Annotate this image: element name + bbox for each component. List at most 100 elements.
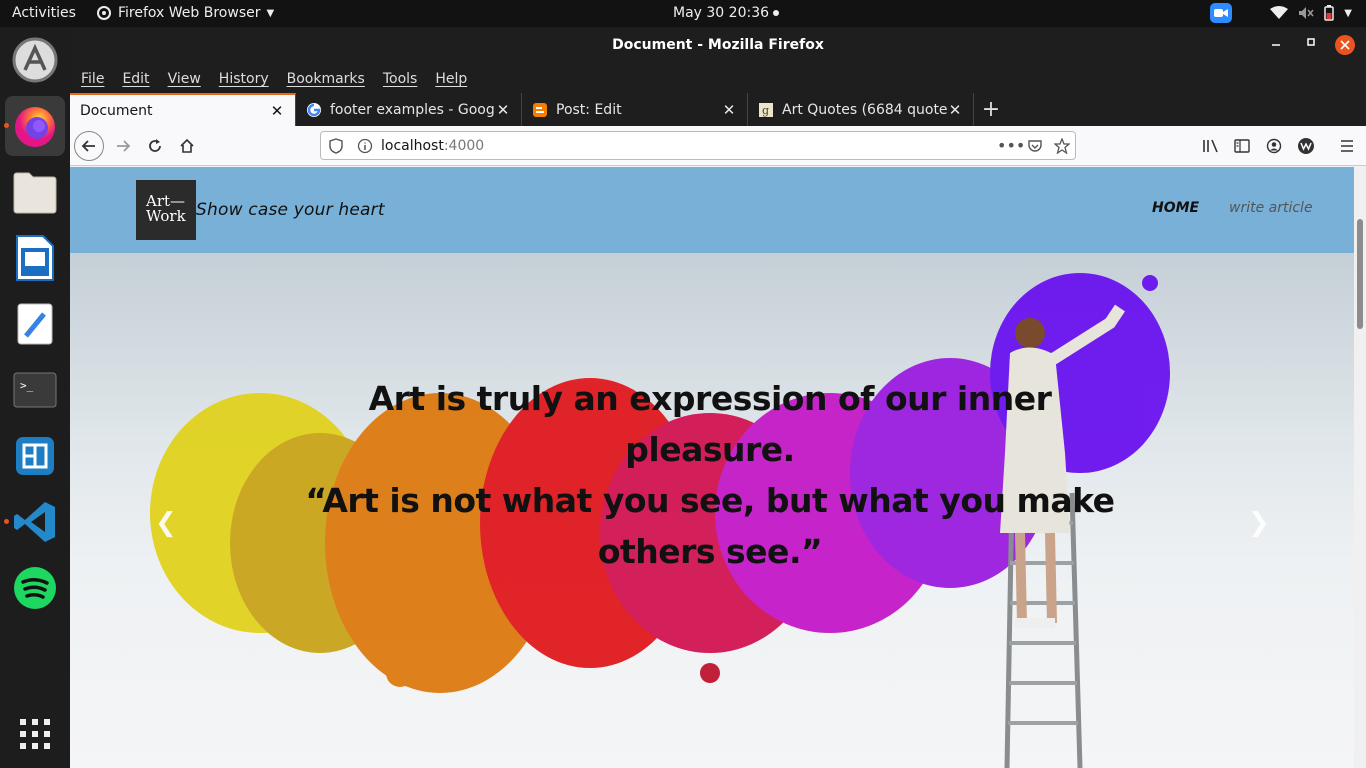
title-bar[interactable]: Document - Mozilla Firefox [70,27,1366,64]
wappalyzer-icon [1298,138,1314,154]
dock-firefox[interactable] [4,96,65,156]
firefox-icon [15,107,55,147]
site-tagline: Show case your heart [196,200,385,220]
url-port: :4000 [443,138,485,154]
back-arrow-icon [81,140,95,152]
plus-icon: + [981,97,1001,122]
maximize-button[interactable] [1306,37,1316,47]
dock-remote-desktop[interactable] [5,426,65,486]
tab-label: Document [80,102,153,119]
menu-edit[interactable]: Edit [122,71,149,87]
dock-terminal[interactable]: >_ [5,360,65,420]
reload-button[interactable] [140,131,170,161]
quote-line: “Art is not what you see, but what you m… [305,481,1115,520]
account-button[interactable] [1259,131,1289,161]
tab-bar: Document ✕ footer examples - Googl ✕ Pos… [70,93,1366,126]
battery-icon [1324,5,1335,21]
menu-bookmarks[interactable]: Bookmarks [287,71,365,87]
extension-button[interactable] [1291,131,1321,161]
menu-view[interactable]: View [168,71,201,87]
dock-text-editor[interactable] [5,294,65,354]
hero-quote: Art is truly an expression of our inner … [280,373,1140,577]
page-actions-icon[interactable]: ••• [997,136,1025,155]
minimize-button[interactable] [1271,37,1281,47]
pocket-icon[interactable] [1027,138,1043,158]
firefox-window: Document - Mozilla Firefox File Edit Vie… [70,27,1366,768]
app-menu[interactable]: Firefox Web Browser ▼ [96,5,274,21]
show-applications-button[interactable] [5,704,65,764]
url-bar[interactable]: localhost:4000 ••• [320,131,1076,160]
hamburger-icon [1341,140,1353,152]
page-scrollbar[interactable] [1354,167,1366,768]
menu-history[interactable]: History [219,71,269,87]
menu-bar: File Edit View History Bookmarks Tools H… [70,64,1366,93]
forward-button[interactable] [108,131,138,161]
bookmark-star-icon[interactable] [1053,137,1071,158]
tab-footer-examples[interactable]: footer examples - Googl ✕ [296,93,522,126]
tab-art-quotes[interactable]: g Art Quotes (6684 quotes ✕ [748,93,974,126]
reload-icon [149,139,161,152]
menu-tools[interactable]: Tools [383,71,418,87]
shield-icon[interactable] [329,138,343,158]
carousel-next-icon[interactable]: ❯ [1248,508,1270,538]
menu-file[interactable]: File [81,71,104,87]
system-menu-chevron-icon: ▼ [1344,7,1352,19]
sidebar-icon [1234,139,1250,153]
tab-post-edit[interactable]: Post: Edit ✕ [522,93,748,126]
carousel-prev-icon[interactable]: ❮ [155,508,177,538]
maximize-icon [1307,38,1315,46]
scrollbar-thumb[interactable] [1357,219,1363,329]
close-window-button[interactable] [1335,35,1355,55]
google-icon [306,102,322,118]
svg-text:g: g [762,104,769,117]
dock: >_ [0,27,70,768]
library-button[interactable] [1196,131,1226,161]
system-tray[interactable]: ▼ [1210,3,1352,23]
dock-writer[interactable] [5,228,65,288]
back-button[interactable] [74,131,104,161]
url-host: localhost [381,138,444,154]
app-menu-button[interactable] [1332,131,1362,161]
goodreads-icon: g [758,102,774,118]
logo-line-2: Work [146,207,186,225]
vscode-icon [14,502,55,542]
nav-write-article-link[interactable]: write article [1229,200,1313,216]
sidebar-button[interactable] [1227,131,1257,161]
clock[interactable]: May 30 20:36 [673,5,780,21]
firefox-small-icon [97,6,111,20]
tab-close-icon[interactable]: ✕ [495,101,511,119]
tab-close-icon[interactable]: ✕ [947,101,963,119]
nav-home-link[interactable]: HOME [1152,200,1199,216]
dock-files[interactable] [5,162,65,222]
dock-ubuntu-software[interactable] [5,30,65,90]
site-header: Art— Work Show case your heart HOME writ… [70,167,1354,253]
home-icon [180,138,194,153]
hero-carousel: Art is truly an expression of our inner … [70,253,1354,768]
blogger-icon [532,102,548,118]
spotify-icon [14,567,56,609]
grid-icon [20,719,50,749]
info-icon[interactable] [357,138,373,158]
url-text: localhost:4000 [381,138,484,154]
dock-vscode[interactable] [4,492,65,552]
zoom-icon[interactable] [1210,3,1233,23]
tab-close-icon[interactable]: ✕ [721,101,737,119]
chevron-down-icon: ▼ [266,7,275,19]
text-editor-icon [17,303,53,345]
dock-spotify[interactable] [5,558,65,618]
quote-line: others see.” [597,532,823,571]
home-button[interactable] [172,131,202,161]
volume-muted-icon [1299,7,1314,19]
activities-button[interactable]: Activities [12,5,76,21]
tab-close-icon[interactable]: ✕ [269,102,285,120]
tab-label: footer examples - Googl [330,101,495,118]
account-icon [1266,138,1282,154]
site-logo[interactable]: Art— Work [136,180,196,240]
system-top-bar: Activities Firefox Web Browser ▼ May 30 … [0,0,1366,27]
menu-help[interactable]: Help [435,71,467,87]
new-tab-button[interactable]: + [974,93,1008,126]
forward-arrow-icon [117,140,131,152]
tab-document[interactable]: Document ✕ [70,93,296,126]
app-menu-label: Firefox Web Browser [118,5,261,21]
ubuntu-software-icon [12,37,58,83]
